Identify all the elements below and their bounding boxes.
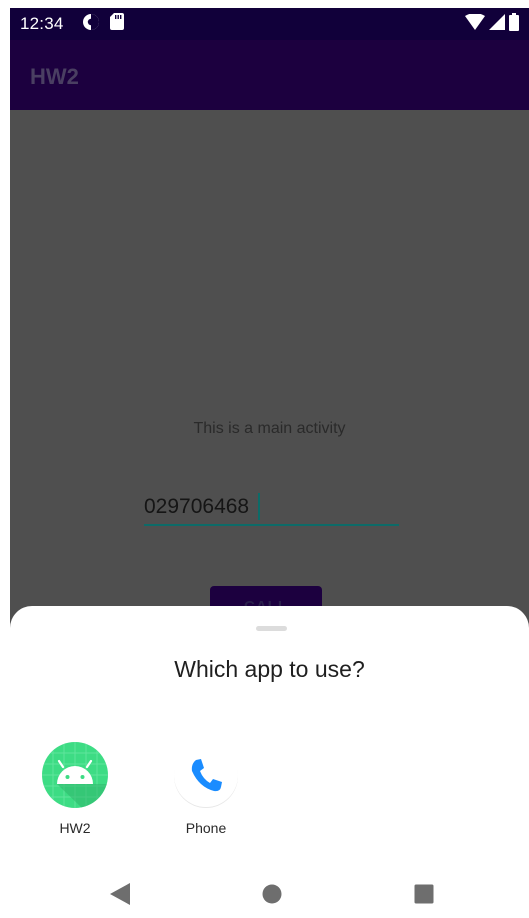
main-activity-text: This is a main activity xyxy=(193,420,346,437)
app-option-label: Phone xyxy=(185,820,227,836)
phone-number-input[interactable] xyxy=(144,490,399,526)
data-saver-icon xyxy=(82,13,100,36)
chooser-title: Which app to use? xyxy=(174,656,365,682)
sd-card-icon xyxy=(110,13,124,35)
phone-icon xyxy=(173,742,239,808)
status-right-icons xyxy=(465,12,519,36)
cell-signal-icon xyxy=(489,13,505,35)
back-icon[interactable] xyxy=(108,882,132,906)
text-cursor xyxy=(258,493,260,520)
home-icon[interactable] xyxy=(260,882,284,906)
status-left-icons xyxy=(82,13,124,36)
status-bar: 12:34 xyxy=(10,8,529,40)
app-option-phone[interactable]: Phone xyxy=(168,742,244,836)
screen: 12:34 HW2 This is a main activity 029706… xyxy=(10,0,529,918)
app-option-hw2[interactable]: HW2 xyxy=(37,742,113,836)
navigation-bar xyxy=(10,870,529,918)
recents-icon[interactable] xyxy=(412,882,436,906)
android-icon xyxy=(42,742,108,808)
sheet-drag-handle[interactable] xyxy=(256,626,287,631)
app-title: HW2 xyxy=(30,64,79,89)
main-activity-content: This is a main activity CALL xyxy=(10,110,529,630)
battery-icon xyxy=(509,12,519,36)
app-option-label: HW2 xyxy=(59,820,91,836)
wifi-icon xyxy=(465,12,485,35)
app-bar: HW2 xyxy=(10,40,529,110)
status-time: 12:34 xyxy=(20,14,64,33)
